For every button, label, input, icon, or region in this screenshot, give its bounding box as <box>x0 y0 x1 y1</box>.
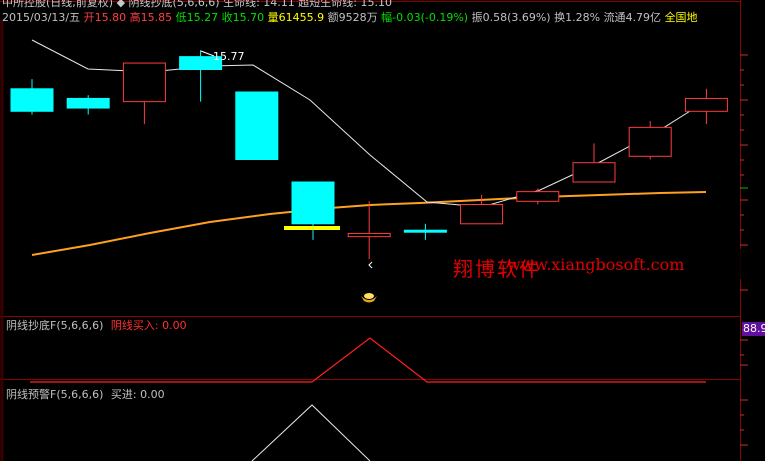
watermark-banner: 翔博软件 www.xiangbosoft.com <box>443 249 765 281</box>
amplitude-value: 0.58(3.69%) <box>482 11 551 24</box>
volume-label: 量 <box>267 11 279 24</box>
low-label: 低 <box>175 11 187 24</box>
candle-body <box>516 191 560 202</box>
panel2-signal-line <box>251 404 371 461</box>
close-label: 收 <box>221 11 233 24</box>
candle-body <box>235 91 279 160</box>
close-value: 15.70 <box>232 11 265 24</box>
float-label: 流通 <box>603 11 626 24</box>
change-value: -0.03(-0.19%) <box>392 11 469 24</box>
float-value: 4.79亿 <box>625 11 662 24</box>
gold-ingot-icon <box>361 293 377 303</box>
panel1-axis-value: 88.9 <box>742 322 765 336</box>
panel1-signal-line <box>30 337 706 383</box>
volume-value: 61455.9 <box>278 11 325 24</box>
panel1-name[interactable]: 阴线抄底F(5,6,6,6) <box>6 319 103 332</box>
panel1-header: 阴线抄底F(5,6,6,6) 阴线买入: 0.00 <box>6 319 187 332</box>
candle-body <box>684 97 728 112</box>
high-marker-value: 15.77 <box>213 50 245 63</box>
high-value: 15.85 <box>140 11 173 24</box>
amount-value: 9528万 <box>338 11 378 24</box>
watermark-url: www.xiangbosoft.com <box>507 255 685 274</box>
panel2-header: 阴线预警F(5,6,6,6) 买进: 0.00 <box>6 388 165 401</box>
open-label: 开 <box>83 11 95 24</box>
high-label: 高 <box>129 11 141 24</box>
open-value: 15.80 <box>94 11 127 24</box>
candle-body <box>291 181 335 225</box>
candle-body <box>347 232 391 238</box>
quote-info-row: 2015/03/13/五 开15.80 高15.85 低15.27 收15.70… <box>2 9 698 25</box>
candle-body <box>460 204 504 225</box>
candle-body <box>403 229 447 233</box>
candle-body <box>572 162 616 183</box>
quote-date: 2015/03/13/五 <box>2 11 81 24</box>
candle-body <box>628 126 672 157</box>
candle-body <box>122 62 166 103</box>
candle-body <box>10 88 54 112</box>
low-value: 15.27 <box>186 11 219 24</box>
panel2-series-label: 买进: 0.00 <box>110 388 165 401</box>
turnover-label: 换 <box>554 11 566 24</box>
signal-bar <box>284 226 340 230</box>
candle-body <box>66 97 110 109</box>
region-label[interactable]: 全国地 <box>665 11 698 24</box>
amount-label: 额 <box>327 11 339 24</box>
panel1-series-label: 阴线买入: 0.00 <box>110 319 187 332</box>
change-label: 幅 <box>381 11 393 24</box>
amplitude-label: 振 <box>471 11 483 24</box>
low-marker-arrow <box>368 261 373 269</box>
turnover-value: 1.28% <box>565 11 601 24</box>
panel2-name[interactable]: 阴线预警F(5,6,6,6) <box>6 388 103 401</box>
